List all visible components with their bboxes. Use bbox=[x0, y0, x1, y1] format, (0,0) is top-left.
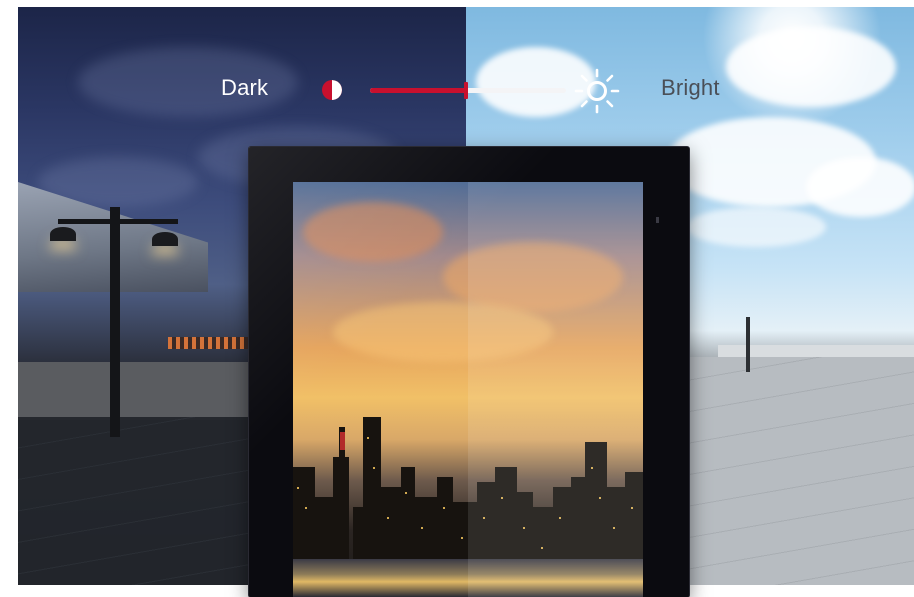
brightness-slider[interactable] bbox=[370, 82, 566, 99]
bright-label: Bright bbox=[661, 75, 720, 100]
brightness-slider-fill bbox=[370, 88, 466, 93]
stadium-lights bbox=[168, 337, 258, 349]
dark-label: Dark bbox=[221, 75, 269, 100]
lamp-post-dark bbox=[110, 207, 120, 437]
brightness-slider-thumb[interactable] bbox=[464, 82, 468, 99]
lamp-arm-dark bbox=[58, 219, 178, 224]
tv-display bbox=[249, 147, 689, 597]
lamp-head-left bbox=[50, 227, 76, 241]
contrast-half-circle-icon bbox=[322, 80, 342, 100]
lamp-post-bright bbox=[746, 317, 750, 372]
sun-icon bbox=[574, 68, 620, 114]
lamp-head-right bbox=[152, 232, 178, 246]
